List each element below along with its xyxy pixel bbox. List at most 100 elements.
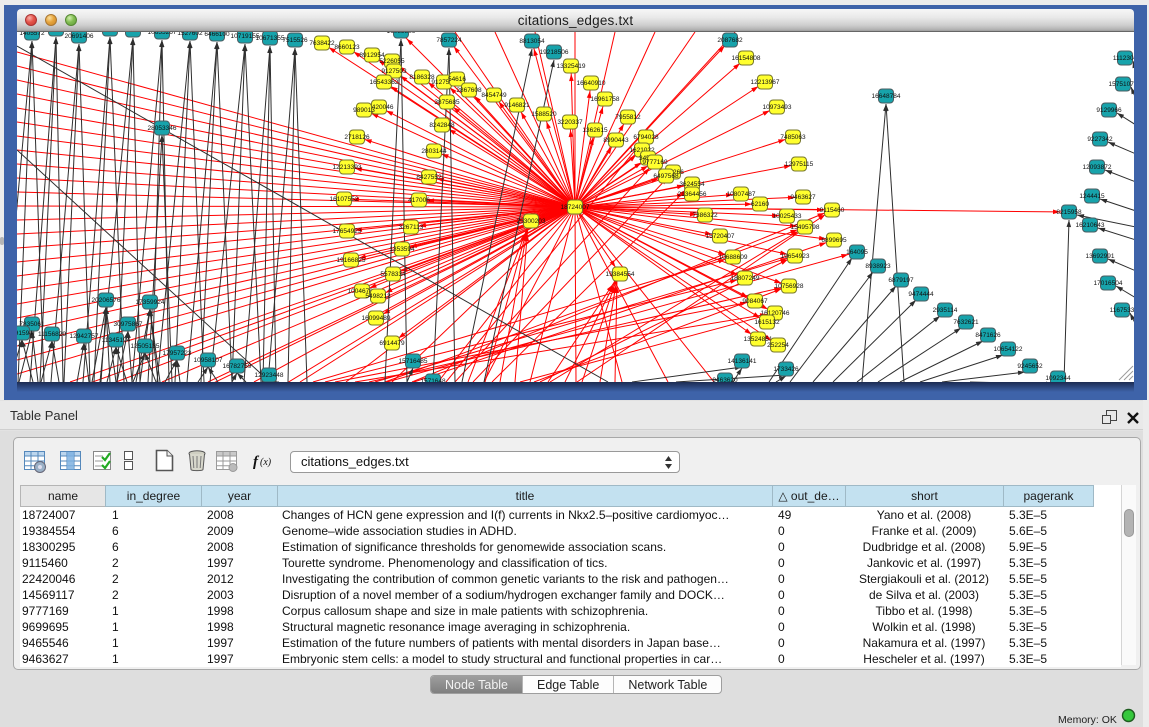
svg-text:1112304: 1112304 xyxy=(1113,55,1134,62)
svg-text:7638422: 7638422 xyxy=(309,40,335,47)
svg-text:7632621: 7632621 xyxy=(953,319,979,326)
svg-text:15716485: 15716485 xyxy=(399,358,428,365)
svg-text:8660123: 8660123 xyxy=(334,44,360,51)
svg-text:15495798: 15495798 xyxy=(791,224,820,231)
svg-text:62160: 62160 xyxy=(751,201,769,208)
svg-text:9463627: 9463627 xyxy=(790,194,816,201)
svg-text:16961758: 16961758 xyxy=(591,96,620,103)
svg-text:20691406: 20691406 xyxy=(65,33,94,40)
svg-text:6794028: 6794028 xyxy=(633,134,659,141)
svg-text:17654923: 17654923 xyxy=(333,228,362,235)
svg-text:30975867: 30975867 xyxy=(114,321,143,328)
svg-text:10025433: 10025433 xyxy=(773,213,802,220)
svg-text:10756928: 10756928 xyxy=(775,283,804,290)
svg-text:12505135: 12505135 xyxy=(131,343,160,350)
svg-text:8427552: 8427552 xyxy=(416,174,442,181)
svg-text:10655267: 10655267 xyxy=(148,32,177,36)
svg-text:2718126: 2718126 xyxy=(344,134,370,141)
svg-text:7857224: 7857224 xyxy=(436,37,462,44)
svg-text:8817304: 8817304 xyxy=(97,32,123,33)
svg-text:1167533: 1167533 xyxy=(1110,307,1134,314)
svg-text:17016504: 17016504 xyxy=(1094,280,1123,287)
svg-text:12923448: 12923448 xyxy=(255,372,284,379)
svg-text:6466100: 6466100 xyxy=(204,32,230,38)
svg-text:16154808: 16154808 xyxy=(732,55,761,62)
svg-text:7515526: 7515526 xyxy=(282,37,308,44)
svg-text:18807249: 18807249 xyxy=(731,275,760,282)
svg-text:(x): (x) xyxy=(260,457,272,468)
svg-text:10688609: 10688609 xyxy=(719,254,748,261)
svg-text:16782759: 16782759 xyxy=(223,363,252,370)
svg-text:16033809: 16033809 xyxy=(387,32,416,35)
svg-text:10973493: 10973493 xyxy=(763,104,792,111)
svg-text:12213967: 12213967 xyxy=(751,79,780,86)
svg-text:13692991: 13692991 xyxy=(1086,253,1115,260)
svg-text:20206576: 20206576 xyxy=(92,297,121,304)
svg-text:54616: 54616 xyxy=(448,76,466,83)
svg-text:3875685: 3875685 xyxy=(434,99,460,106)
svg-text:19384554: 19384554 xyxy=(606,271,635,278)
svg-text:19166825: 19166825 xyxy=(337,257,366,264)
svg-text:17957223: 17957223 xyxy=(163,350,192,357)
svg-text:12213393: 12213393 xyxy=(333,164,362,171)
svg-text:8454749: 8454749 xyxy=(481,92,507,99)
svg-text:28053346: 28053346 xyxy=(148,125,177,132)
svg-text:16099489: 16099489 xyxy=(362,315,391,322)
svg-text:10654122: 10654122 xyxy=(994,346,1023,353)
svg-text:17359924: 17359924 xyxy=(136,299,165,306)
svg-text:16648784: 16648784 xyxy=(872,93,901,100)
svg-text:9129966: 9129966 xyxy=(1096,107,1122,114)
svg-text:12093872: 12093872 xyxy=(1083,164,1112,171)
svg-text:1527602: 1527602 xyxy=(177,32,203,37)
svg-text:7485063: 7485063 xyxy=(780,134,806,141)
svg-text:21364456: 21364456 xyxy=(678,191,707,198)
svg-text:9227342: 9227342 xyxy=(1087,136,1113,143)
svg-text:2803144: 2803144 xyxy=(421,148,447,155)
svg-text:7386322: 7386322 xyxy=(692,212,718,219)
svg-text:5498212: 5498212 xyxy=(365,293,391,300)
svg-text:1362615: 1362615 xyxy=(582,127,608,134)
svg-text:19218506: 19218506 xyxy=(540,49,569,56)
svg-text:252254: 252254 xyxy=(767,342,789,349)
svg-text:16640910: 16640910 xyxy=(577,80,606,87)
svg-text:9146821: 9146821 xyxy=(504,102,530,109)
svg-text:9127503: 9127503 xyxy=(381,68,407,75)
svg-text:18724007: 18724007 xyxy=(561,204,590,211)
svg-text:2087682: 2087682 xyxy=(717,37,743,44)
svg-text:1405572: 1405572 xyxy=(19,32,45,37)
svg-text:7955812: 7955812 xyxy=(615,114,641,121)
svg-text:2867608: 2867608 xyxy=(456,87,482,94)
svg-text:1065526: 1065526 xyxy=(120,32,146,34)
svg-text:1733426: 1733426 xyxy=(773,366,799,373)
svg-text:8215958: 8215958 xyxy=(1056,209,1082,216)
svg-text:14136141: 14136141 xyxy=(728,358,757,365)
svg-text:8471626: 8471626 xyxy=(975,332,1001,339)
svg-text:9115460: 9115460 xyxy=(820,207,845,214)
svg-text:11156829: 11156829 xyxy=(38,331,66,338)
svg-text:3267113: 3267113 xyxy=(399,224,424,231)
svg-text:9084067: 9084067 xyxy=(742,298,768,305)
svg-text:12975115: 12975115 xyxy=(785,161,814,168)
svg-text:1588520: 1588520 xyxy=(531,111,557,118)
svg-text:15751074: 15751074 xyxy=(1109,81,1134,88)
svg-text:8813054: 8813054 xyxy=(519,38,545,45)
svg-text:f: f xyxy=(253,454,260,470)
svg-text:6497568: 6497568 xyxy=(653,173,679,180)
svg-text:8990443: 8990443 xyxy=(603,137,629,144)
svg-text:15720407: 15720407 xyxy=(706,233,735,240)
svg-text:9777169: 9777169 xyxy=(642,159,668,166)
svg-text:16543362: 16543362 xyxy=(370,79,399,86)
svg-text:1615132: 1615132 xyxy=(754,319,780,326)
svg-text:8242848: 8242848 xyxy=(429,122,455,129)
svg-text:2935114: 2935114 xyxy=(933,307,958,314)
svg-text:10671355: 10671355 xyxy=(256,35,285,42)
svg-text:5578334: 5578334 xyxy=(380,271,406,278)
svg-text:989013: 989013 xyxy=(353,107,375,114)
svg-text:6879197: 6879197 xyxy=(888,277,914,284)
svg-text:1244415: 1244415 xyxy=(1079,193,1105,200)
svg-text:8938923: 8938923 xyxy=(865,263,891,270)
svg-text:1092344: 1092344 xyxy=(1045,375,1071,382)
svg-text:10807487: 10807487 xyxy=(727,191,756,198)
svg-text:16107552: 16107552 xyxy=(330,196,359,203)
svg-text:391594: 391594 xyxy=(17,330,33,337)
